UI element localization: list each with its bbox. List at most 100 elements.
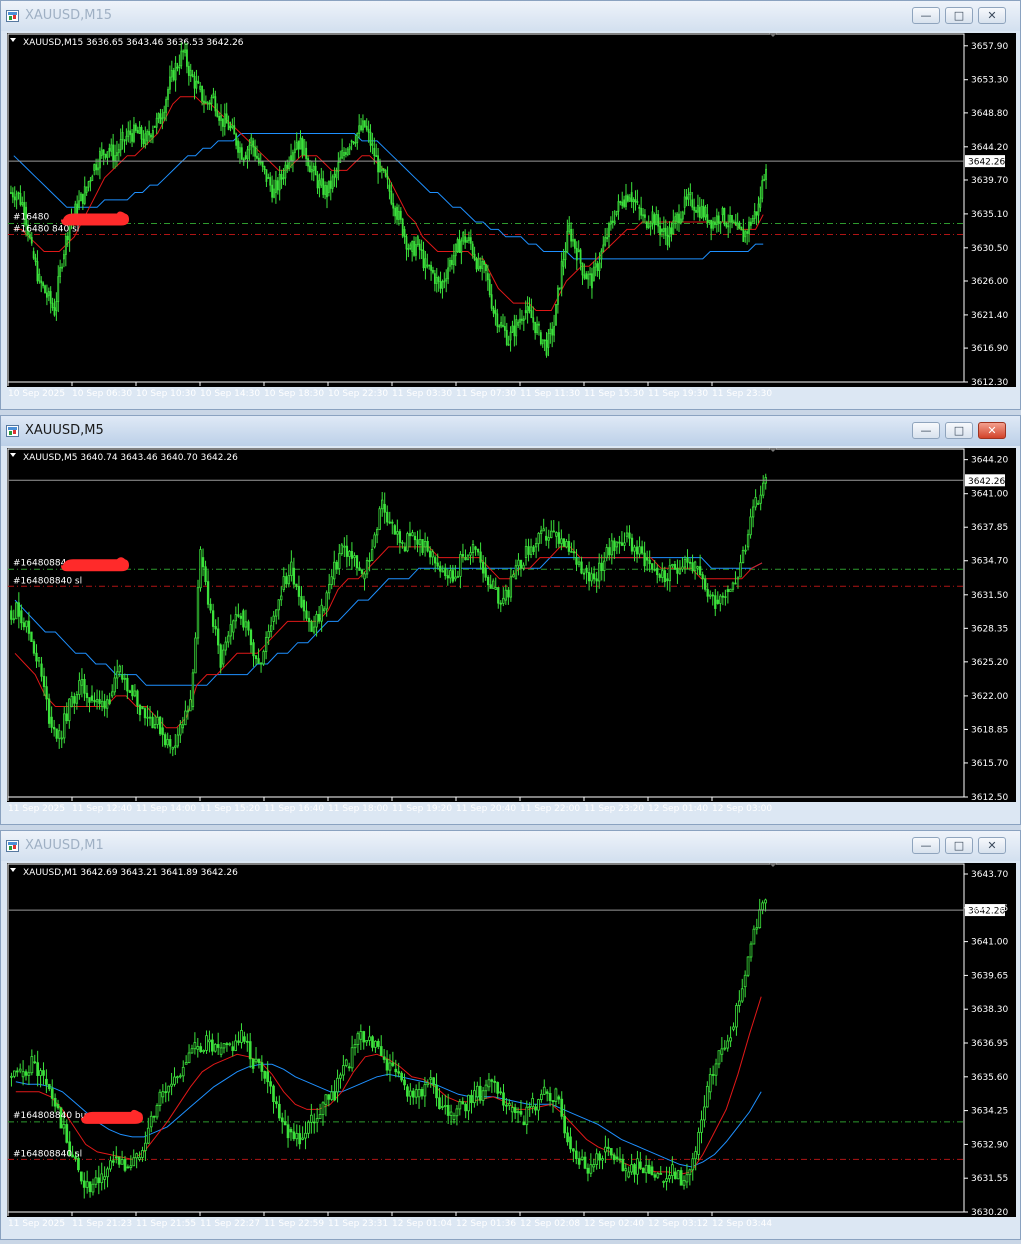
candle-body: [517, 321, 520, 326]
candle: [662, 1180, 665, 1188]
candle-body: [40, 280, 43, 284]
maximize-button[interactable]: □: [945, 837, 973, 854]
candle-body: [407, 248, 410, 250]
title-bar[interactable]: XAUUSD,M1 — □ ✕: [1, 831, 1020, 861]
candle-body: [483, 261, 485, 265]
minimize-button[interactable]: —: [912, 837, 940, 854]
chart-menu-arrow-icon[interactable]: [10, 38, 16, 42]
candle: [260, 1055, 264, 1081]
maximize-button[interactable]: □: [945, 7, 973, 24]
chart-window-m15[interactable]: XAUUSD,M15 — □ ✕ XAUUSD,M15 3636.65 3643…: [0, 0, 1021, 410]
candle: [545, 332, 548, 358]
candle: [466, 554, 470, 561]
candle: [271, 175, 274, 203]
candle-body: [132, 1157, 136, 1167]
chart-window-m1[interactable]: XAUUSD,M1 — □ ✕ XAUUSD,M1 3642.69 3643.2…: [0, 830, 1021, 1240]
x-axis-label: 11 Sep 16:40: [264, 804, 324, 814]
moving-average-blue: [14, 557, 763, 686]
chart-area[interactable]: XAUUSD,M1 3642.69 3643.21 3641.89 3642.2…: [7, 863, 1016, 1229]
candle-body: [751, 506, 755, 518]
candle-body: [329, 180, 332, 189]
candle: [47, 693, 51, 728]
title-bar[interactable]: XAUUSD,M5 — □ ✕: [1, 416, 1020, 446]
candle-body: [202, 1049, 205, 1053]
x-axis-label: 11 Sep 23:20: [584, 804, 644, 814]
chart-menu-arrow-icon[interactable]: [10, 868, 16, 872]
candle: [534, 321, 537, 340]
candle-body: [270, 625, 273, 632]
candle: [623, 532, 626, 551]
candle: [201, 85, 203, 106]
candle-body: [148, 131, 150, 136]
candle: [343, 537, 346, 558]
candle-body: [360, 125, 362, 131]
candle: [541, 339, 544, 348]
candle: [242, 608, 245, 631]
candle-body: [309, 165, 311, 173]
chart-shift-marker-icon[interactable]: [769, 33, 777, 37]
candle: [673, 1167, 677, 1180]
x-axis-label: 11 Sep 23:30: [712, 389, 772, 399]
candle-body: [534, 543, 538, 548]
chart-area[interactable]: XAUUSD,M15 3636.65 3643.46 3636.53 3642.…: [7, 33, 1016, 399]
candle: [435, 1073, 438, 1107]
candle-body: [126, 677, 129, 692]
chart-shift-marker-icon[interactable]: [769, 863, 777, 867]
candle-body: [59, 267, 62, 277]
candle-body: [550, 530, 553, 539]
close-button[interactable]: ✕: [978, 837, 1006, 854]
candle-body: [47, 291, 50, 297]
candle-body: [460, 240, 463, 253]
candle-body: [386, 511, 389, 523]
chart-menu-arrow-icon[interactable]: [10, 453, 16, 457]
candle-body: [153, 125, 156, 128]
candle: [326, 181, 328, 209]
candle-body: [100, 700, 104, 707]
candle-body: [564, 251, 567, 261]
candle-body: [582, 572, 586, 575]
candle: [103, 693, 106, 717]
candle: [342, 1055, 345, 1081]
close-button[interactable]: ✕: [978, 422, 1006, 439]
minimize-button[interactable]: —: [912, 422, 940, 439]
candle-body: [220, 115, 222, 121]
chart-area[interactable]: XAUUSD,M5 3640.74 3643.46 3640.70 3642.2…: [7, 448, 1016, 814]
candle: [456, 237, 459, 254]
candle-body: [719, 595, 722, 604]
price-chart[interactable]: XAUUSD,M5 3640.74 3643.46 3640.70 3642.2…: [7, 448, 1016, 816]
candle: [246, 145, 249, 169]
price-chart[interactable]: XAUUSD,M1 3642.69 3643.21 3641.89 3642.2…: [7, 863, 1016, 1231]
candle-body: [340, 544, 343, 555]
candle-body: [701, 574, 704, 580]
maximize-button[interactable]: □: [945, 422, 973, 439]
candle-body: [391, 1062, 395, 1066]
title-bar[interactable]: XAUUSD,M15 — □ ✕: [1, 1, 1020, 31]
candle: [178, 54, 181, 75]
candle: [21, 1060, 25, 1086]
candle-body: [627, 195, 629, 202]
candle: [42, 1062, 45, 1085]
chart-shift-marker-icon[interactable]: [769, 448, 777, 452]
candle-body: [307, 1121, 310, 1134]
candle-body: [519, 559, 523, 569]
candle: [615, 210, 618, 217]
candle-body: [651, 211, 654, 224]
candle-body: [762, 482, 765, 496]
close-button[interactable]: ✕: [978, 7, 1006, 24]
price-chart[interactable]: XAUUSD,M15 3636.65 3643.46 3636.53 3642.…: [7, 33, 1016, 401]
chart-window-m5[interactable]: XAUUSD,M5 — □ ✕ XAUUSD,M5 3640.74 3643.4…: [0, 415, 1021, 825]
candle-body: [193, 75, 196, 89]
candle: [235, 132, 238, 150]
candle-body: [280, 595, 283, 601]
candle: [464, 549, 467, 561]
candle-body: [121, 674, 124, 680]
candle: [618, 535, 621, 554]
candle: [176, 727, 179, 749]
candle: [202, 1049, 205, 1054]
candle: [689, 183, 692, 207]
candle-body: [481, 1090, 485, 1101]
candle: [706, 204, 709, 228]
candle-body: [408, 533, 412, 537]
minimize-button[interactable]: —: [912, 7, 940, 24]
candle: [746, 229, 749, 245]
